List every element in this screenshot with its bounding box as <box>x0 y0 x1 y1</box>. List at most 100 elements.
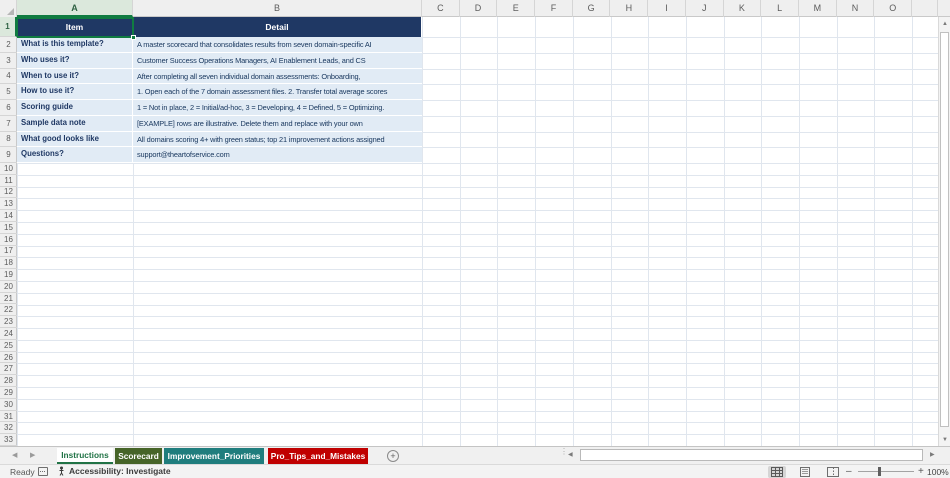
row-header-31[interactable]: 31 <box>0 411 17 423</box>
fill-handle[interactable] <box>131 35 136 40</box>
scroll-down-icon[interactable]: ▼ <box>939 433 950 446</box>
column-header-L[interactable]: L <box>761 0 799 17</box>
cell-B3[interactable]: Customer Success Operations Managers, AI… <box>133 52 422 69</box>
cell-A5[interactable]: How to use it? <box>17 84 133 100</box>
column-header-A[interactable]: A <box>17 0 133 17</box>
cell-B5[interactable]: 1. Open each of the 7 domain assessment … <box>133 84 422 100</box>
cell-B9[interactable]: support@theartofservice.com <box>133 147 422 163</box>
cell-A1-item-header[interactable]: Item <box>17 17 133 37</box>
zoom-slider-thumb[interactable] <box>878 467 881 476</box>
scroll-up-icon[interactable]: ▲ <box>939 17 950 30</box>
cell-B8[interactable]: All domains scoring 4+ with green status… <box>133 131 422 148</box>
sheet-nav-left-icon[interactable]: ◀ <box>12 451 17 459</box>
column-header-C[interactable]: C <box>422 0 460 17</box>
worksheet-grid[interactable]: Item Detail What is this template? A mast… <box>0 0 938 446</box>
add-sheet-button[interactable]: + <box>387 450 399 462</box>
row-header-4[interactable]: 4 <box>0 69 17 85</box>
row-header-33[interactable]: 33 <box>0 434 17 446</box>
cell-A2[interactable]: What is this template? <box>17 37 133 53</box>
row-header-10[interactable]: 10 <box>0 163 17 175</box>
gridline-vertical <box>648 17 650 446</box>
cell-A7[interactable]: Sample data note <box>17 115 133 132</box>
row-header-8[interactable]: 8 <box>0 132 17 148</box>
zoom-in-button[interactable]: + <box>918 466 924 477</box>
cell-B7[interactable]: [EXAMPLE] rows are illustrative. Delete … <box>133 115 422 132</box>
row-header-7[interactable]: 7 <box>0 116 17 132</box>
row-header-3[interactable]: 3 <box>0 53 17 69</box>
row-header-16[interactable]: 16 <box>0 234 17 246</box>
sheet-tab-pro_tips_and_mistakes[interactable]: Pro_Tips_and_Mistakes <box>268 448 368 464</box>
column-header-B[interactable]: B <box>133 0 422 17</box>
cell-B2[interactable]: A master scorecard that consolidates res… <box>133 37 422 53</box>
cell-B4[interactable]: After completing all seven individual do… <box>133 68 422 85</box>
column-header-G[interactable]: G <box>573 0 611 17</box>
row-header-15[interactable]: 15 <box>0 222 17 234</box>
row-header-29[interactable]: 29 <box>0 387 17 399</box>
row-header-21[interactable]: 21 <box>0 293 17 305</box>
cell-B6[interactable]: 1 = Not in place, 2 = Initial/ad-hoc, 3 … <box>133 100 422 116</box>
column-header-D[interactable]: D <box>460 0 498 17</box>
row-header-1[interactable]: 1 <box>0 17 17 37</box>
zoom-out-button[interactable]: – <box>846 466 852 477</box>
row-header-12[interactable]: 12 <box>0 187 17 199</box>
gridline-vertical <box>874 17 876 446</box>
cell-A9[interactable]: Questions? <box>17 147 133 163</box>
row-header-30[interactable]: 30 <box>0 399 17 411</box>
row-header-13[interactable]: 13 <box>0 198 17 211</box>
row-header-23[interactable]: 23 <box>0 316 17 329</box>
sheet-tab-improvement_priorities[interactable]: Improvement_Priorities <box>164 448 264 464</box>
cell-A3[interactable]: Who uses it? <box>17 52 133 69</box>
column-header-N[interactable]: N <box>837 0 875 17</box>
sheet-tab-scorecard[interactable]: Scorecard <box>115 448 162 464</box>
cell-A6[interactable]: Scoring guide <box>17 100 133 116</box>
row-header-11[interactable]: 11 <box>0 175 17 187</box>
scroll-left-icon[interactable]: ◀ <box>568 451 573 458</box>
macro-record-icon[interactable] <box>38 467 48 476</box>
column-header-E[interactable]: E <box>497 0 536 17</box>
horizontal-scrollbar-thumb[interactable] <box>580 449 923 461</box>
scroll-right-icon[interactable]: ▶ <box>930 451 935 458</box>
ready-status: Ready <box>10 467 35 477</box>
cell-A8[interactable]: What good looks like <box>17 131 133 148</box>
column-header-I[interactable]: I <box>648 0 686 17</box>
horizontal-scrollbar[interactable]: ◀ ▶ <box>568 448 948 463</box>
row-header-19[interactable]: 19 <box>0 269 17 281</box>
select-all-corner[interactable] <box>0 0 17 17</box>
normal-view-button[interactable] <box>768 466 786 478</box>
sheet-tab-instructions[interactable]: Instructions <box>57 448 113 464</box>
column-header-J[interactable]: J <box>686 0 724 17</box>
row-header-5[interactable]: 5 <box>0 84 17 100</box>
row-header-32[interactable]: 32 <box>0 422 17 435</box>
sheet-nav-right-icon[interactable]: ▶ <box>30 451 35 459</box>
row-header-28[interactable]: 28 <box>0 375 17 388</box>
accessibility-status[interactable]: Accessibility: Investigate <box>57 466 171 476</box>
column-header-O[interactable]: O <box>874 0 913 17</box>
gridline-horizontal <box>17 304 938 306</box>
row-header-2[interactable]: 2 <box>0 37 17 53</box>
page-break-view-button[interactable] <box>824 466 842 478</box>
zoom-slider-track[interactable] <box>858 471 914 472</box>
cell-B1-detail-header[interactable]: Detail <box>133 17 422 37</box>
tabbar-resize-grip[interactable]: ⋮ <box>560 448 568 462</box>
column-header-F[interactable]: F <box>535 0 573 17</box>
row-header-17[interactable]: 17 <box>0 246 17 258</box>
row-header-25[interactable]: 25 <box>0 340 17 352</box>
row-header-27[interactable]: 27 <box>0 363 17 376</box>
column-header-H[interactable]: H <box>611 0 649 17</box>
zoom-level-label[interactable]: 100% <box>927 467 949 477</box>
row-header-20[interactable]: 20 <box>0 281 17 293</box>
row-header-22[interactable]: 22 <box>0 305 17 317</box>
vertical-scrollbar-thumb[interactable] <box>940 32 949 427</box>
row-header-18[interactable]: 18 <box>0 257 17 270</box>
column-header-M[interactable]: M <box>799 0 837 17</box>
cell-A4[interactable]: When to use it? <box>17 68 133 85</box>
vertical-scrollbar[interactable]: ▲ ▼ <box>938 17 950 446</box>
page-layout-view-button[interactable] <box>796 466 814 478</box>
column-header-K[interactable]: K <box>724 0 762 17</box>
row-headers: 1 2 3 4 5 6 7 8 9 10 11 12 13 14 15 16 17 18 19 20 21 22 23 24 2… <box>0 17 17 446</box>
row-header-6[interactable]: 6 <box>0 100 17 116</box>
row-header-26[interactable]: 26 <box>0 352 17 364</box>
row-header-9[interactable]: 9 <box>0 147 17 163</box>
row-header-14[interactable]: 14 <box>0 210 17 222</box>
row-header-24[interactable]: 24 <box>0 328 17 340</box>
